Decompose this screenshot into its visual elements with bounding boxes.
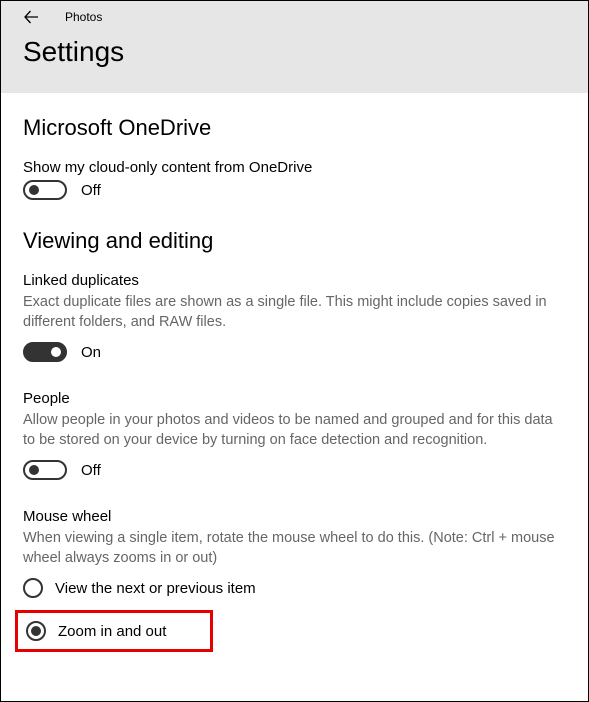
mouse-option-zoom[interactable]: Zoom in and out (26, 621, 166, 641)
mouse-option-next-prev[interactable]: View the next or previous item (23, 578, 566, 598)
mouse-option-next-prev-label: View the next or previous item (55, 580, 256, 597)
people-toggle[interactable] (23, 460, 67, 480)
mouse-wheel-options: View the next or previous item Zoom in a… (23, 578, 566, 652)
radio-icon (26, 621, 46, 641)
linked-duplicates-desc: Exact duplicate files are shown as a sin… (23, 293, 566, 332)
arrow-left-icon (23, 9, 39, 25)
cloud-content-toggle[interactable] (23, 180, 67, 200)
cloud-content-state: Off (81, 182, 101, 199)
cloud-content-label: Show my cloud-only content from OneDrive (23, 159, 566, 176)
linked-duplicates-state: On (81, 344, 101, 361)
app-title: Photos (65, 10, 102, 24)
mouse-wheel-desc: When viewing a single item, rotate the m… (23, 529, 566, 568)
people-state: Off (81, 462, 101, 479)
viewing-heading: Viewing and editing (23, 228, 566, 254)
page-title: Settings (1, 33, 588, 68)
settings-content: Microsoft OneDrive Show my cloud-only co… (1, 93, 588, 652)
viewing-section: Viewing and editing Linked duplicates Ex… (23, 228, 566, 652)
people-desc: Allow people in your photos and videos t… (23, 411, 566, 450)
radio-icon (23, 578, 43, 598)
back-button[interactable] (19, 5, 43, 29)
linked-duplicates-label: Linked duplicates (23, 272, 566, 289)
toggle-knob-icon (29, 465, 39, 475)
highlight-annotation: Zoom in and out (15, 610, 213, 652)
mouse-option-zoom-label: Zoom in and out (58, 623, 166, 640)
toggle-knob-icon (29, 185, 39, 195)
toggle-knob-icon (51, 347, 61, 357)
people-label: People (23, 390, 566, 407)
mouse-wheel-label: Mouse wheel (23, 508, 566, 525)
onedrive-heading: Microsoft OneDrive (23, 115, 566, 141)
linked-duplicates-toggle[interactable] (23, 342, 67, 362)
titlebar: Photos Settings (1, 1, 588, 93)
onedrive-section: Microsoft OneDrive Show my cloud-only co… (23, 115, 566, 200)
